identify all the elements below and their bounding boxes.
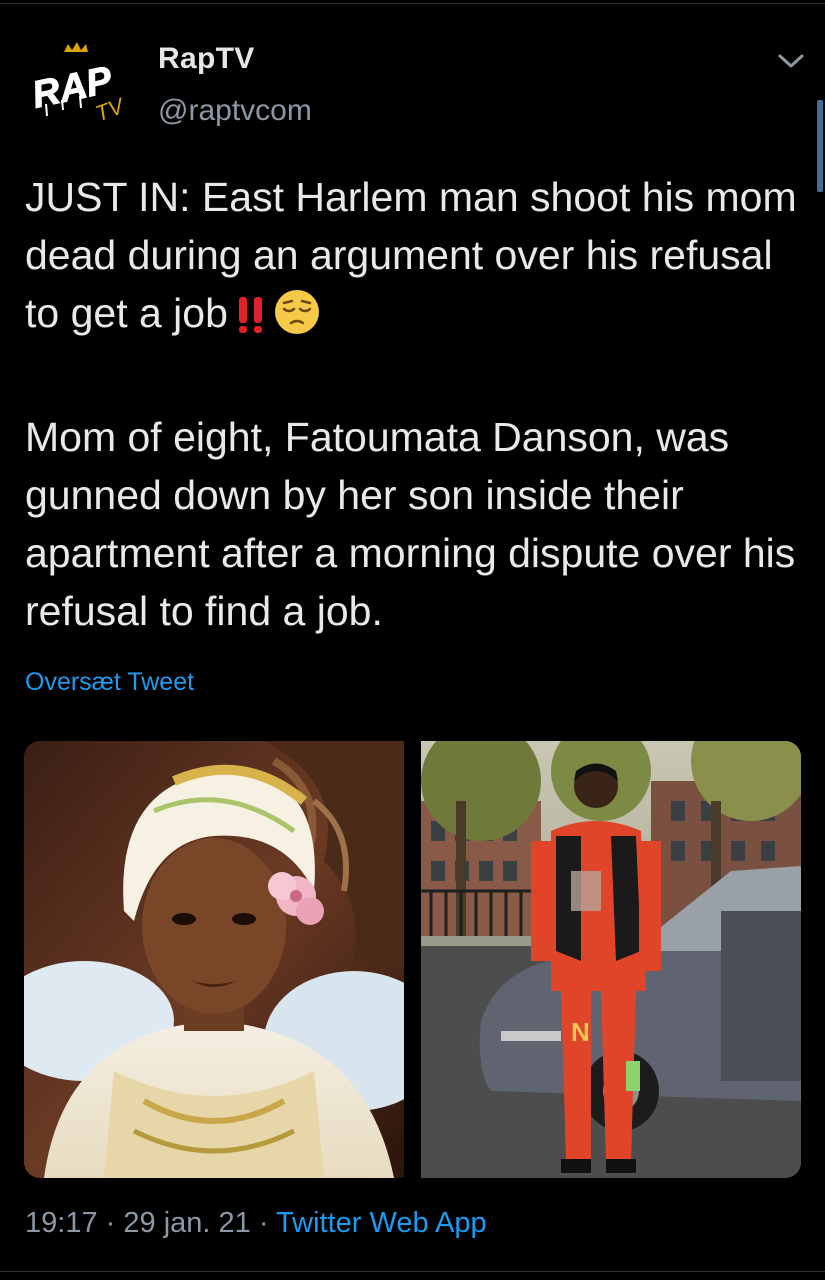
tweet-photo-2[interactable]: N: [421, 741, 801, 1178]
meta-separator: ·: [105, 1207, 116, 1239]
tweet-paragraph-1: JUST IN: East Harlem man shoot his mom d…: [25, 168, 805, 350]
tweet-text: JUST IN: East Harlem man shoot his mom d…: [25, 168, 805, 640]
tweet-meta: 19:17 · 29 jan. 21 · Twitter Web App: [25, 1207, 487, 1240]
svg-text:N: N: [571, 1017, 590, 1047]
young-man-street-image: N: [421, 741, 801, 1178]
tweet-source-link[interactable]: Twitter Web App: [276, 1207, 487, 1239]
meta-separator-2: ·: [258, 1207, 269, 1239]
tweet-time[interactable]: 19:17: [25, 1207, 98, 1239]
double-exclamation-icon: [236, 292, 266, 350]
bottom-divider: [0, 1271, 825, 1272]
translate-tweet-link[interactable]: Oversæt Tweet: [25, 668, 194, 697]
chevron-down-icon: [778, 54, 804, 68]
tweet-date[interactable]: 29 jan. 21: [123, 1207, 250, 1239]
user-handle[interactable]: @raptvcom: [158, 94, 312, 128]
pensive-face-icon: [274, 289, 320, 350]
raptv-logo-icon: RAP TV: [28, 42, 129, 126]
tweet-paragraph-2: Mom of eight, Fatoumata Danson, was gunn…: [25, 414, 796, 634]
avatar[interactable]: RAP TV: [22, 38, 134, 128]
more-options-button[interactable]: [776, 48, 806, 74]
woman-portrait-image: [24, 741, 404, 1178]
scrollbar-thumb[interactable]: [817, 100, 823, 192]
tweet-paragraph-1-text: JUST IN: East Harlem man shoot his mom d…: [25, 174, 797, 336]
top-divider: [0, 3, 825, 4]
tweet-photo-1[interactable]: [24, 741, 404, 1178]
display-name[interactable]: RapTV: [158, 42, 255, 76]
